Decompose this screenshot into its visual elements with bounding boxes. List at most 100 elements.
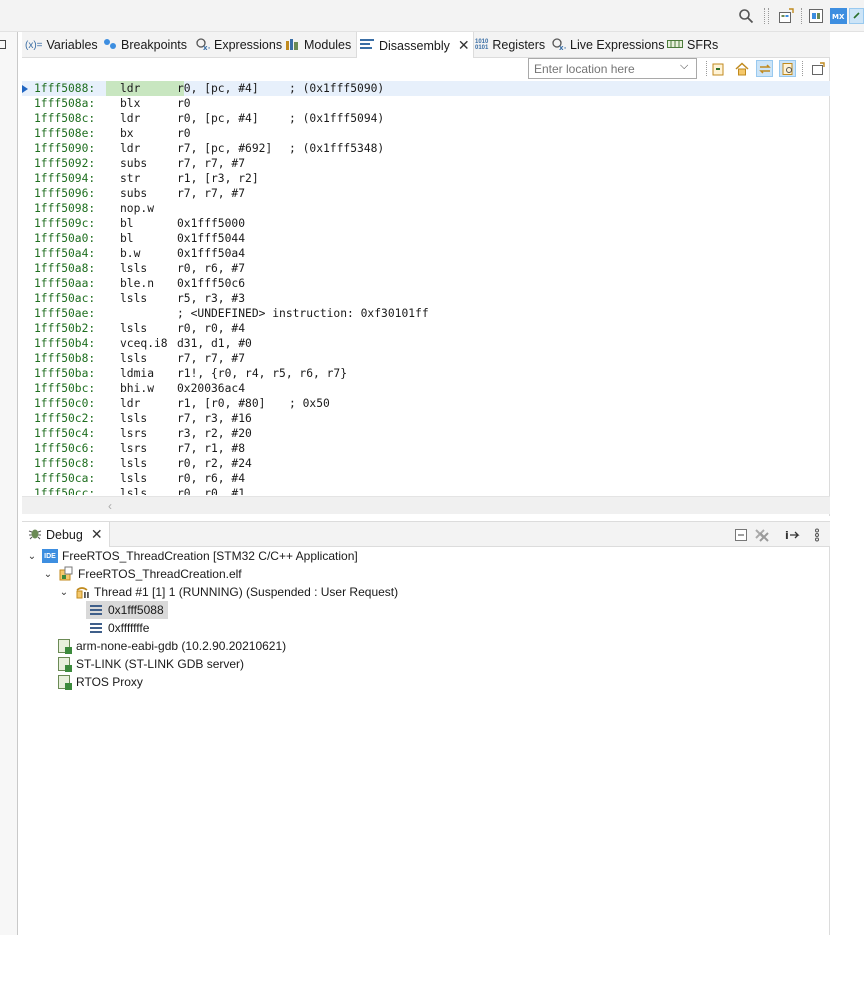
instruction-stepping-icon[interactable]: i [784, 526, 801, 543]
remove-all-terminated-icon[interactable] [753, 526, 770, 543]
tab-modules[interactable]: Modules [282, 32, 354, 58]
disassembly-line[interactable]: 1fff5098: nop.w [22, 201, 830, 216]
disassembly-line[interactable]: 1fff50a0: bl 0x1fff5044 [22, 231, 830, 246]
tab-disassembly[interactable]: Disassembly ✕ [356, 32, 474, 59]
rtos-proxy-row[interactable]: RTOS Proxy [56, 673, 143, 691]
expressions-icon: x+y [195, 37, 218, 54]
chevron-down-icon[interactable]: ⌄ [26, 551, 38, 562]
disassembly-line-current[interactable]: 1fff5088: ldr r0, [pc, #4] ; (0x1fff5090) [22, 81, 830, 96]
disassembly-line[interactable]: 1fff50ca: lsls r0, r6, #4 [22, 471, 830, 486]
tab-sfrs[interactable]: SFRs [664, 32, 721, 58]
disassembly-address: 1fff5090: [34, 142, 96, 155]
disassembly-address: 1fff50c0: [34, 397, 96, 410]
disassembly-address: 1fff50b4: [34, 337, 96, 350]
disassembly-address: 1fff5094: [34, 172, 96, 185]
search-icon[interactable] [738, 8, 754, 24]
disassembly-mnemonic: str [120, 172, 141, 185]
disassembly-address: 1fff508a: [34, 97, 96, 110]
disassembly-operands: r7, r7, #7 [177, 187, 246, 200]
close-icon[interactable]: ✕ [91, 526, 103, 543]
disassembly-operands: r3, r2, #20 [177, 427, 252, 440]
debug-icon [28, 526, 42, 543]
disassembly-view: ⌵ 1fff5088: ldr r0, [pc, #4] ; (0x1fff5090)… [22, 58, 830, 516]
chevron-down-icon[interactable]: ⌄ [58, 587, 70, 598]
disassembly-mnemonic: ble.n [120, 277, 155, 290]
tab-expressions[interactable]: x+y Expressions [192, 32, 285, 58]
disassembly-line[interactable]: 1fff50ae: ; <UNDEFINED> instruction: 0xf3… [22, 306, 830, 321]
disassembly-operands: r1!, {r0, r4, r5, r6, r7} [177, 367, 348, 380]
disassembly-address: 1fff50ba: [34, 367, 96, 380]
disassembly-mnemonic: bl [120, 217, 134, 230]
disassembly-line[interactable]: 1fff50c4: lsrs r3, r2, #20 [22, 426, 830, 441]
disassembly-line[interactable]: 1fff50c2: lsls r7, r3, #16 [22, 411, 830, 426]
stack-frame-row-selected[interactable]: 0x1fff5088 [86, 601, 168, 619]
cpp-perspective-icon[interactable] [808, 8, 824, 24]
disassembly-line[interactable]: 1fff50c6: lsrs r7, r1, #8 [22, 441, 830, 456]
disassembly-line[interactable]: 1fff50bc: bhi.w 0x20036ac4 [22, 381, 830, 396]
thread-row[interactable]: ⌄ Thread #1 [1] 1 (RUNNING) (Suspended :… [58, 583, 398, 601]
disassembly-mnemonic: lsls [120, 487, 148, 495]
disassembly-line[interactable]: 1fff5090: ldr r7, [pc, #692] ; (0x1fff5348) [22, 141, 830, 156]
disassembly-line[interactable]: 1fff5094: str r1, [r3, r2] [22, 171, 830, 186]
location-input[interactable] [528, 58, 697, 79]
disassembly-line[interactable]: 1fff50b8: lsls r7, r7, #7 [22, 351, 830, 366]
disassembly-line[interactable]: 1fff50cc: lsls r0, r0, #1 [22, 486, 830, 495]
ide-perspective-icon[interactable]: MX [830, 8, 847, 24]
minimize-icon[interactable] [0, 40, 6, 49]
disassembly-line[interactable]: 1fff50b4: vceq.i8 d31, d1, #0 [22, 336, 830, 351]
tab-live-expressions[interactable]: x+y Live Expressions [548, 32, 668, 58]
collapse-all-icon[interactable] [732, 526, 749, 543]
show-source-icon[interactable] [779, 60, 796, 77]
disassembly-operands: r0, r6, #4 [177, 472, 246, 485]
disassembly-mnemonic: ldr [120, 142, 141, 155]
disassembly-listing[interactable]: 1fff5088: ldr r0, [pc, #4]; (0x1fff5090) 1f… [22, 81, 830, 495]
open-view-menu-icon[interactable] [809, 60, 826, 77]
view-menu-icon[interactable] [808, 526, 825, 543]
elf-row[interactable]: ⌄ FreeRTOS_ThreadCreation.elf [42, 565, 242, 583]
disassembly-operands: 0x1fff50c6 [177, 277, 246, 290]
chevron-down-icon[interactable]: ⌵ [680, 60, 688, 73]
horizontal-scrollbar[interactable]: ‹ [22, 496, 830, 514]
disassembly-line[interactable]: 1fff508e: bx r0 [22, 126, 830, 141]
main-toolbar: MX [0, 0, 864, 32]
launch-config-row[interactable]: ⌄ IDE FreeRTOS_ThreadCreation [STM32 C/C… [26, 547, 358, 565]
disassembly-line[interactable]: 1fff508c: ldr r0, [pc, #4] ; (0x1fff5094) [22, 111, 830, 126]
disassembly-operands: r5, r3, #3 [177, 292, 246, 305]
disassembly-line[interactable]: 1fff50ba: ldmia r1!, {r0, r4, r5, r6, r7} [22, 366, 830, 381]
chevron-down-icon[interactable]: ⌄ [42, 569, 54, 580]
tab-label: Breakpoints [121, 38, 188, 52]
disassembly-line[interactable]: 1fff509c: bl 0x1fff5000 [22, 216, 830, 231]
disassembly-line[interactable]: 1fff50a8: lsls r0, r6, #7 [22, 261, 830, 276]
debug-view-header: Debug ✕ i [22, 522, 830, 547]
tab-registers[interactable]: 1010 0101 Registers [472, 32, 548, 58]
disassembly-line[interactable]: 1fff50aa: ble.n 0x1fff50c6 [22, 276, 830, 291]
disassembly-operands: r7, r1, #8 [177, 442, 246, 455]
disassembly-operands: r1, [r0, #80] [177, 397, 266, 410]
disassembly-line[interactable]: 1fff50b2: lsls r0, r0, #4 [22, 321, 830, 336]
disassembly-line[interactable]: 1fff50a4: b.w 0x1fff50a4 [22, 246, 830, 261]
link-with-editor-icon[interactable] [756, 60, 773, 77]
disassembly-mnemonic: lsrs [120, 442, 148, 455]
debug-perspective-icon[interactable] [849, 8, 864, 24]
disassembly-operands: r7, r7, #7 [177, 352, 246, 365]
tab-variables[interactable]: (x)= Variables [22, 32, 101, 58]
disassembly-line[interactable]: 1fff5096: subs r7, r7, #7 [22, 186, 830, 201]
open-perspective-icon[interactable] [778, 8, 794, 24]
scroll-left-icon[interactable]: ‹ [108, 499, 112, 513]
tab-breakpoints[interactable]: Breakpoints [100, 32, 190, 58]
disassembly-line[interactable]: 1fff50ac: lsls r5, r3, #3 [22, 291, 830, 306]
disassembly-line[interactable]: 1fff50c0: ldr r1, [r0, #80] ; 0x50 [22, 396, 830, 411]
home-icon[interactable] [733, 60, 750, 77]
stack-frame-row[interactable]: 0xfffffffe [88, 619, 149, 637]
disassembly-line[interactable]: 1fff508a: blx r0 [22, 96, 830, 111]
tab-debug[interactable]: Debug ✕ [22, 522, 110, 547]
thread-label: Thread #1 [1] 1 (RUNNING) (Suspended : U… [94, 585, 399, 599]
close-icon[interactable]: ✕ [458, 37, 470, 54]
disassembly-line[interactable]: 1fff50c8: lsls r0, r2, #24 [22, 456, 830, 471]
go-to-current-icon[interactable] [709, 60, 726, 77]
disassembly-line[interactable]: 1fff5092: subs r7, r7, #7 [22, 156, 830, 171]
stlink-process-label: ST-LINK (ST-LINK GDB server) [76, 657, 245, 671]
stlink-process-row[interactable]: ST-LINK (ST-LINK GDB server) [56, 655, 244, 673]
gdb-process-row[interactable]: arm-none-eabi-gdb (10.2.90.20210621) [56, 637, 286, 655]
disassembly-address: 1fff50cc: [34, 487, 96, 495]
